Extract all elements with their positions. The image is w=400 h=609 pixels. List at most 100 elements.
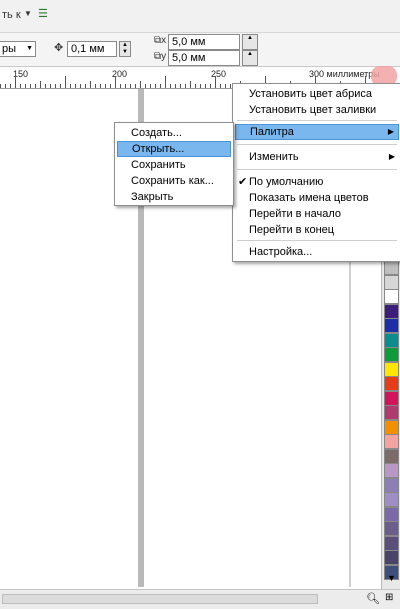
menu-item-label: Сохранить [131, 159, 186, 171]
navigator-icon[interactable]: ⊞ [385, 592, 393, 603]
menu-item-default[interactable]: ✔ По умолчанию [235, 174, 399, 190]
ruler-tick [25, 84, 26, 88]
ruler-tick [175, 84, 176, 88]
duplicate-y-spinner[interactable]: ▲ [242, 50, 258, 66]
ruler-tick [145, 84, 146, 88]
menu-item-label: Перейти в конец [249, 224, 335, 236]
chevron-down-icon[interactable]: ▼ [24, 9, 32, 18]
color-swatch[interactable] [384, 492, 399, 507]
color-swatch[interactable] [384, 303, 399, 319]
color-swatch[interactable] [384, 463, 399, 478]
color-swatch[interactable] [384, 260, 399, 275]
menu-item-label: Закрыть [131, 191, 174, 203]
zoom-icon[interactable]: 🔍︎ [366, 592, 380, 605]
ruler-tick [135, 84, 136, 88]
menu-item-close[interactable]: Закрыть [117, 189, 231, 205]
checkmark-icon: ✔ [238, 176, 248, 188]
align-distribute-icon[interactable]: ☰ [38, 7, 48, 20]
color-swatch[interactable] [384, 434, 399, 449]
color-swatch[interactable] [384, 361, 399, 377]
duplicate-x-spinner[interactable]: ▲ [242, 34, 258, 50]
ruler-tick [150, 84, 151, 88]
color-swatch[interactable] [384, 448, 399, 464]
ruler-tick [35, 84, 36, 88]
ruler-tick [50, 84, 51, 88]
menu-item-open[interactable]: Открыть... [117, 141, 231, 157]
toolbar-label-fragment[interactable]: ть к [2, 9, 21, 21]
ruler-tick [15, 76, 16, 88]
color-swatch[interactable] [384, 289, 399, 304]
ruler-tick [20, 84, 21, 88]
menu-item-edit[interactable]: Изменить ▶ [235, 149, 399, 165]
palette-submenu: Создать... Открыть... Сохранить Сохранит… [114, 122, 234, 206]
menu-item-label: Изменить [249, 151, 299, 163]
color-swatch[interactable] [384, 506, 399, 522]
menu-item-show-color-names[interactable]: Показать имена цветов [235, 190, 399, 206]
menu-item-label: Установить цвет абриса [249, 88, 372, 100]
menu-item-save-as[interactable]: Сохранить как... [117, 173, 231, 189]
color-swatch[interactable] [384, 318, 399, 333]
menu-item-label: Палитра [250, 126, 294, 138]
menu-item-label: Настройка... [249, 246, 313, 258]
menu-item-create[interactable]: Создать... [117, 125, 231, 141]
menu-item-label: Показать имена цветов [249, 192, 369, 204]
ruler-tick [190, 81, 191, 88]
menu-item-set-fill-color[interactable]: Установить цвет заливки [235, 102, 399, 118]
color-swatch[interactable] [384, 405, 399, 420]
nudge-value: 0,1 мм [71, 43, 105, 55]
ruler-tick [30, 84, 31, 88]
nudge-icon: ✥ [54, 42, 64, 54]
color-swatch[interactable] [384, 332, 399, 348]
object-type-dropdown[interactable]: ры ▼ [0, 41, 36, 57]
color-swatch[interactable] [384, 390, 399, 406]
menu-item-label: По умолчанию [249, 176, 324, 188]
ruler-tick [195, 84, 196, 88]
color-swatch[interactable] [384, 376, 399, 391]
dropdown-value: ры [2, 43, 17, 55]
ruler-tick [130, 84, 131, 88]
ruler-tick [225, 84, 226, 88]
menu-item-go-to-start[interactable]: Перейти в начало [235, 206, 399, 222]
duplicate-y-input[interactable]: 5,0 мм [168, 50, 240, 66]
ruler-label: 250 [211, 69, 227, 79]
ruler-tick [5, 84, 6, 88]
chevron-down-icon: ▼ [26, 45, 33, 52]
menu-item-label: Сохранить как... [131, 175, 214, 187]
color-swatch[interactable] [384, 347, 399, 362]
menu-separator [237, 120, 397, 121]
scroll-track[interactable] [2, 594, 318, 604]
color-swatch[interactable] [384, 535, 399, 551]
color-swatch[interactable] [384, 521, 399, 536]
menu-item-label: Создать... [131, 127, 182, 139]
ruler-tick [125, 84, 126, 88]
menu-item-settings[interactable]: Настройка... [235, 244, 399, 260]
palette-scroll-down-icon[interactable]: ▼ [387, 573, 396, 583]
nudge-spinner[interactable]: ▲ ▼ [119, 41, 131, 57]
ruler-tick [100, 84, 101, 88]
ruler-tick [140, 81, 141, 88]
menu-item-go-to-end[interactable]: Перейти в конец [235, 222, 399, 238]
color-swatch[interactable] [384, 274, 399, 290]
ruler-tick [80, 84, 81, 88]
menu-item-palette[interactable]: Палитра ▶ [235, 124, 399, 140]
duplicate-x-input[interactable]: 5,0 мм [168, 34, 240, 50]
ruler-tick [55, 84, 56, 88]
ruler-tick [180, 84, 181, 88]
menu-separator [237, 169, 397, 170]
horizontal-scrollbar[interactable]: 🔍︎ ⊞ [0, 589, 400, 609]
color-swatch[interactable] [384, 419, 399, 435]
ruler-tick [60, 84, 61, 88]
palette-context-menu: Установить цвет абриса Установить цвет з… [232, 83, 400, 262]
menu-item-set-outline-color[interactable]: Установить цвет абриса [235, 86, 399, 102]
color-swatch[interactable] [384, 550, 399, 565]
color-swatch[interactable] [384, 477, 399, 493]
nudge-distance-input[interactable]: 0,1 мм [67, 41, 117, 57]
duplicate-y-icon: ⧉y [154, 51, 167, 62]
submenu-arrow-icon: ▶ [388, 152, 395, 161]
ruler-tick [160, 84, 161, 88]
menu-item-label: Перейти в начало [249, 208, 342, 220]
ruler-tick [75, 84, 76, 88]
ruler-tick [10, 84, 11, 88]
ruler-tick [165, 76, 166, 88]
menu-item-save[interactable]: Сохранить [117, 157, 231, 173]
